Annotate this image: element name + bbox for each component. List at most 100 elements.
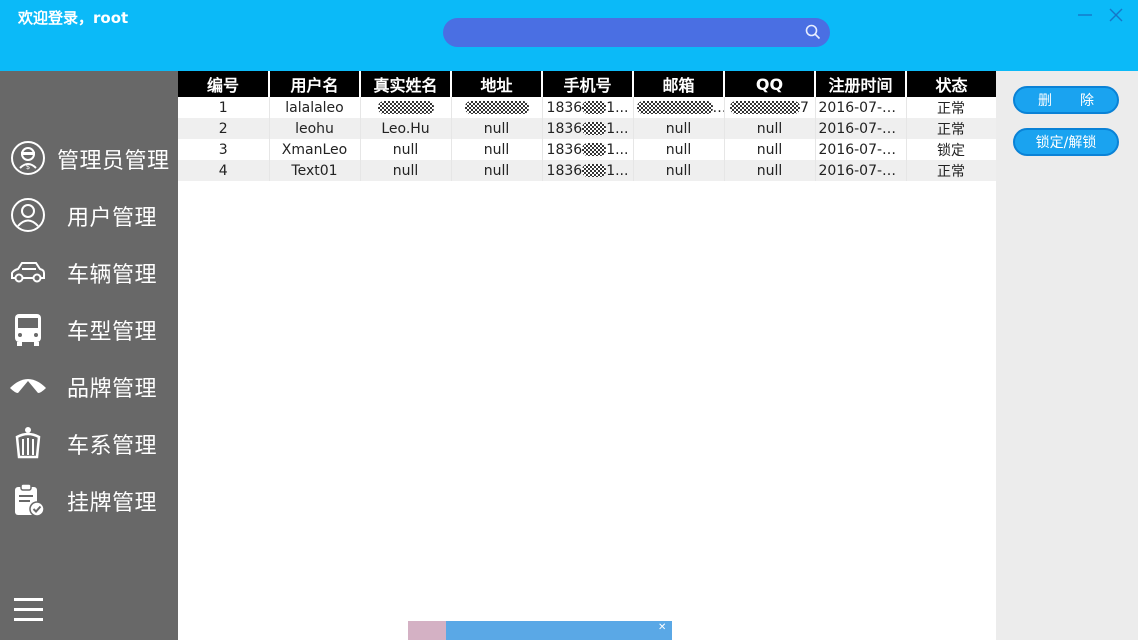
- table-row[interactable]: 3 XmanLeo null null 1836 1... null null 2…: [178, 139, 997, 160]
- redaction-mask: [582, 101, 607, 114]
- svg-text:$: $: [26, 163, 30, 171]
- sidebar-item-model-management[interactable]: 车型管理: [0, 302, 178, 354]
- user-table: 编号 用户名 真实姓名 地址 手机号 邮箱 QQ 注册时间 状态 1 lalal…: [178, 71, 997, 181]
- cell-real-name: null: [360, 139, 452, 160]
- cell-username: lalalaleo: [269, 97, 361, 118]
- phone-suffix: 1...: [606, 141, 629, 158]
- cell-phone: 1836 1...: [542, 118, 634, 139]
- column-header-address[interactable]: 地址: [451, 71, 543, 97]
- column-header-status[interactable]: 状态: [906, 71, 996, 97]
- cell-id: 2: [178, 118, 270, 139]
- column-header-email[interactable]: 邮箱: [633, 71, 725, 97]
- column-header-phone[interactable]: 手机号: [542, 71, 634, 97]
- phone-prefix: 1836: [546, 162, 583, 179]
- phone-suffix: 1...: [606, 99, 629, 116]
- phone-suffix: 1...: [606, 162, 629, 179]
- sidebar-item-label: 管理员管理: [57, 149, 170, 174]
- car-icon: [11, 262, 45, 283]
- redaction-mask: [582, 143, 607, 156]
- phone-prefix: 1836: [546, 120, 583, 137]
- search-icon[interactable]: [804, 23, 822, 41]
- qq-suffix: 7: [800, 99, 809, 116]
- redaction-mask: [582, 164, 607, 177]
- cell-username: Text01: [269, 160, 361, 181]
- table-header-row: 编号 用户名 真实姓名 地址 手机号 邮箱 QQ 注册时间 状态: [178, 71, 996, 97]
- cell-real-name: null: [360, 160, 452, 181]
- cell-phone: 1836 1...: [542, 139, 634, 160]
- redaction-mask: [636, 101, 713, 114]
- brand-logo-icon: [10, 379, 46, 393]
- sidebar-item-label: 车型管理: [67, 320, 158, 345]
- phone-suffix: 1...: [606, 120, 629, 137]
- cell-qq: null: [724, 139, 816, 160]
- cell-address: null: [451, 160, 543, 181]
- search-input[interactable]: [443, 18, 830, 47]
- sidebar-item-label: 用户管理: [67, 206, 158, 231]
- user-table-container: 编号 用户名 真实姓名 地址 手机号 邮箱 QQ 注册时间 状态 1 lalal…: [178, 71, 997, 640]
- sidebar-item-brand-management[interactable]: 品牌管理: [0, 359, 178, 411]
- sidebar-item-series-management[interactable]: 车系管理: [0, 416, 178, 468]
- table-row[interactable]: 4 Text01 null null 1836 1... null null 20…: [178, 160, 997, 181]
- column-header-username[interactable]: 用户名: [269, 71, 361, 97]
- phone-prefix: 1836: [546, 141, 583, 158]
- sidebar: $ 管理员管理 用户管理 车辆管理 车型管理 品牌管理 车系管理 挂牌管理: [0, 71, 178, 640]
- user-icon: [11, 198, 45, 232]
- sidebar-item-label: 车辆管理: [67, 263, 158, 288]
- sidebar-item-plate-management[interactable]: 挂牌管理: [0, 473, 178, 525]
- cell-username: XmanLeo: [269, 139, 361, 160]
- table-row[interactable]: 1 lalalaleo 18361... ... 7 2016-07-1... …: [178, 97, 997, 118]
- redaction-mask: [377, 101, 434, 114]
- cell-qq: null: [724, 160, 816, 181]
- sidebar-item-label: 挂牌管理: [67, 491, 158, 516]
- cell-address: null: [451, 118, 543, 139]
- cell-email: null: [633, 118, 725, 139]
- crown-icon: [15, 427, 41, 459]
- anime-avatar-image: [408, 621, 446, 640]
- table-row[interactable]: 2 leohu Leo.Hu null 1836 1... null null 2…: [178, 118, 997, 139]
- column-header-qq[interactable]: QQ: [724, 71, 816, 97]
- phone-prefix: 1836: [546, 99, 583, 116]
- notification-banner[interactable]: ✕: [408, 621, 672, 640]
- cell-address: [451, 97, 543, 118]
- cell-reg-time: 2016-07-1...: [815, 118, 907, 139]
- bus-icon: [15, 314, 41, 346]
- admin-icon: $: [11, 141, 45, 175]
- cell-username: leohu: [269, 118, 361, 139]
- sidebar-item-label: 品牌管理: [67, 377, 158, 402]
- cell-phone: 1836 1...: [542, 160, 634, 181]
- title-bar: 欢迎登录，root: [0, 0, 1138, 71]
- sidebar-item-vehicle-management[interactable]: 车辆管理: [0, 245, 178, 297]
- cell-id: 4: [178, 160, 270, 181]
- cell-status: 正常: [906, 97, 997, 118]
- clipboard-check-icon: [15, 483, 45, 517]
- cell-reg-time: 2016-07-1...: [815, 139, 907, 160]
- redaction-mask: [582, 122, 607, 135]
- welcome-text: 欢迎登录，root: [18, 9, 129, 27]
- cell-real-name: Leo.Hu: [360, 118, 452, 139]
- cell-email: ...: [633, 97, 725, 118]
- delete-button[interactable]: 删 除: [1013, 86, 1119, 114]
- cell-id: 1: [178, 97, 270, 118]
- column-header-id[interactable]: 编号: [178, 71, 270, 97]
- redaction-mask: [464, 101, 529, 114]
- sidebar-item-admin-management[interactable]: $ 管理员管理: [0, 131, 178, 183]
- cell-address: null: [451, 139, 543, 160]
- cell-status: 正常: [906, 160, 997, 181]
- column-header-real-name[interactable]: 真实姓名: [360, 71, 452, 97]
- cell-reg-time: 2016-07-1...: [815, 97, 907, 118]
- close-icon[interactable]: [1107, 6, 1125, 24]
- cell-status: 锁定: [906, 139, 997, 160]
- column-header-reg-time[interactable]: 注册时间: [815, 71, 907, 97]
- action-panel: 删 除 锁定/解锁: [996, 71, 1138, 640]
- cell-email: null: [633, 139, 725, 160]
- minimize-icon[interactable]: [1076, 6, 1094, 24]
- cell-qq: 7: [724, 97, 816, 118]
- cell-email: null: [633, 160, 725, 181]
- cell-real-name: [360, 97, 452, 118]
- hamburger-menu-icon[interactable]: [12, 595, 46, 625]
- lock-unlock-button[interactable]: 锁定/解锁: [1013, 128, 1119, 156]
- close-icon[interactable]: ✕: [658, 622, 666, 633]
- cell-status: 正常: [906, 118, 997, 139]
- sidebar-item-user-management[interactable]: 用户管理: [0, 188, 178, 240]
- cell-id: 3: [178, 139, 270, 160]
